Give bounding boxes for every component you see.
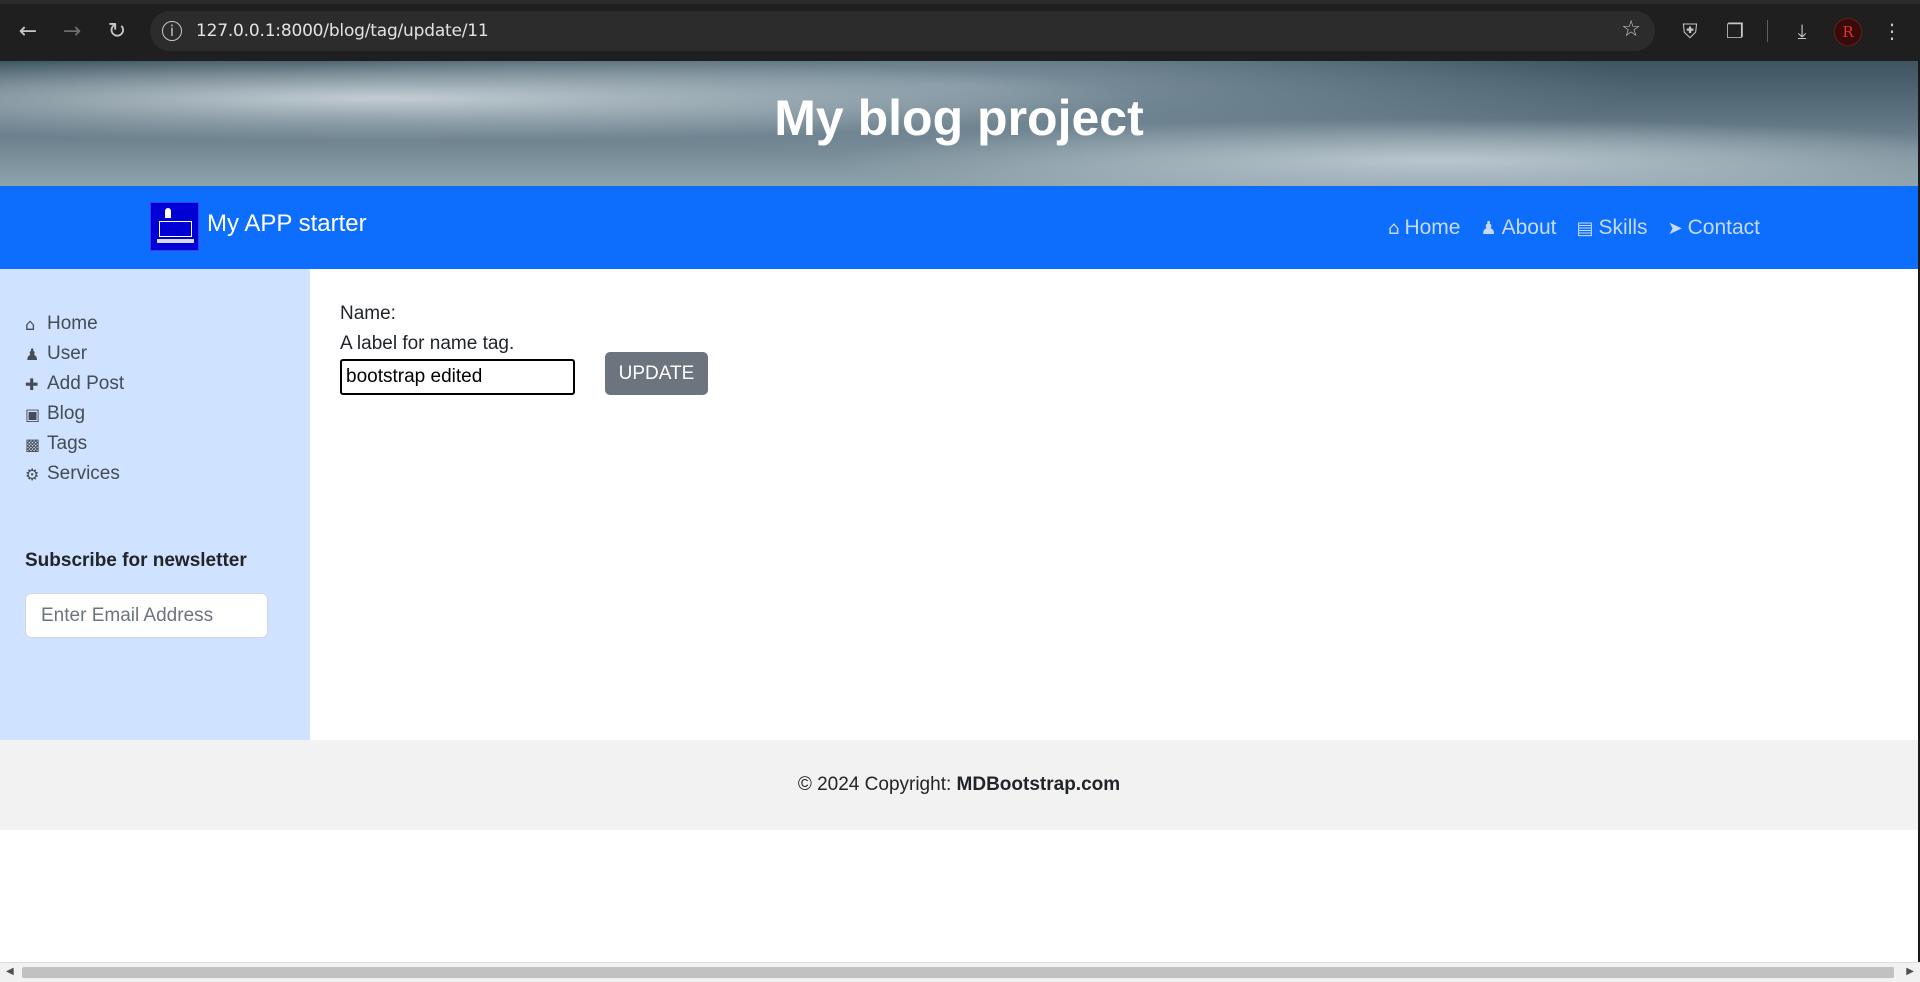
- reload-icon[interactable]: ↻: [102, 16, 132, 46]
- sidebar-item-tags[interactable]: ▩ Tags: [25, 433, 87, 455]
- browser-toolbar: ← → ↻ i 127.0.0.1:8000/blog/tag/update/1…: [0, 0, 1920, 61]
- sidebar-item-services[interactable]: ⚙ Services: [25, 463, 120, 485]
- note-icon: ▣: [25, 404, 41, 424]
- nav-link-label: Contact: [1687, 216, 1760, 239]
- user-icon: ♟: [25, 344, 40, 364]
- paper-plane-icon: ➤: [1667, 217, 1683, 239]
- copyright-prefix: © 2024 Copyright:: [797, 774, 957, 795]
- sidebar-item-user[interactable]: ♟ User: [25, 343, 87, 365]
- home-icon: ⌂: [25, 314, 36, 334]
- newsletter-email-input[interactable]: [25, 593, 268, 638]
- tag-name-input[interactable]: [340, 359, 575, 395]
- scroll-right-arrow-icon[interactable]: ▶: [1906, 966, 1914, 977]
- plus-icon: ✚: [25, 374, 39, 394]
- home-icon: ⌂: [1388, 217, 1400, 239]
- sidebar-item-label: Blog: [47, 403, 86, 424]
- nav-link-label: Skills: [1598, 216, 1648, 239]
- sidebar-item-blog[interactable]: ▣ Blog: [25, 403, 85, 425]
- nav-link-skills[interactable]: ▤ Skills: [1577, 216, 1648, 240]
- shield-extension-icon[interactable]: ⛨: [1675, 16, 1705, 46]
- logo-figure: [165, 208, 171, 218]
- scrollbar-thumb[interactable]: [22, 967, 1894, 978]
- user-icon: ♟: [1480, 217, 1497, 239]
- menu-dots-icon[interactable]: ⋮: [1877, 16, 1907, 46]
- sidebar-item-label: Services: [47, 463, 120, 484]
- nav-link-home[interactable]: ⌂ Home: [1388, 216, 1460, 240]
- logo-text-strip: [157, 239, 194, 243]
- nav-link-label: Home: [1404, 216, 1461, 239]
- url-text[interactable]: 127.0.0.1:8000/blog/tag/update/11: [196, 21, 489, 41]
- sidebar-item-label: Home: [47, 313, 98, 334]
- profile-avatar[interactable]: R: [1834, 18, 1862, 46]
- horizontal-scrollbar[interactable]: ◀ ▶: [0, 962, 1920, 982]
- brand-logo[interactable]: [150, 202, 199, 251]
- briefcase-icon: ▩: [25, 434, 41, 454]
- sidebar-item-add-post[interactable]: ✚ Add Post: [25, 373, 124, 395]
- footer-copyright: © 2024 Copyright: MDBootstrap.com: [0, 774, 1918, 796]
- address-bar[interactable]: i 127.0.0.1:8000/blog/tag/update/11 ☆: [150, 11, 1655, 51]
- forward-arrow-icon[interactable]: →: [57, 16, 87, 46]
- scroll-left-arrow-icon[interactable]: ◀: [6, 966, 14, 977]
- back-arrow-icon[interactable]: ←: [13, 16, 43, 46]
- nav-link-contact[interactable]: ➤ Contact: [1668, 216, 1760, 240]
- nav-link-about[interactable]: ♟ About: [1480, 216, 1556, 240]
- book-icon: ▤: [1576, 217, 1594, 239]
- nav-links: ⌂ Home ♟ About ▤ Skills ➤ Contact: [1368, 216, 1760, 240]
- sidebar-item-label: Add Post: [47, 373, 125, 394]
- download-icon[interactable]: ⤓: [1787, 16, 1817, 46]
- name-field-help-text: A label for name tag.: [340, 333, 515, 354]
- nav-link-label: About: [1501, 216, 1557, 239]
- logo-steps: [159, 221, 192, 237]
- sidebar-item-label: User: [47, 343, 88, 364]
- name-field-label: Name:: [340, 303, 396, 324]
- gears-icon: ⚙: [25, 464, 40, 484]
- sidebar-item-home[interactable]: ⌂ Home: [25, 313, 98, 335]
- tab-strip: [0, 0, 1920, 4]
- sidebar-item-label: Tags: [47, 433, 88, 454]
- top-navbar: My APP starter ⌂ Home ♟ About ▤ Skills ➤…: [0, 186, 1918, 269]
- newsletter-title: Subscribe for newsletter: [25, 550, 247, 571]
- hero-banner: My blog project: [0, 61, 1918, 186]
- sidebar: ⌂ Home ♟ User ✚ Add Post ▣ Blog ▩ Tags ⚙…: [0, 269, 310, 740]
- extensions-puzzle-icon[interactable]: ❐: [1720, 16, 1750, 46]
- footer: © 2024 Copyright: MDBootstrap.com: [0, 740, 1918, 830]
- update-button[interactable]: UPDATE: [605, 352, 708, 395]
- bookmark-star-icon[interactable]: ☆: [1621, 17, 1641, 42]
- copyright-site-link[interactable]: MDBootstrap.com: [957, 774, 1121, 795]
- page-title: My blog project: [774, 90, 1144, 146]
- brand-name[interactable]: My APP starter: [207, 210, 367, 238]
- toolbar-divider: [1767, 20, 1768, 42]
- site-info-icon[interactable]: i: [162, 21, 182, 41]
